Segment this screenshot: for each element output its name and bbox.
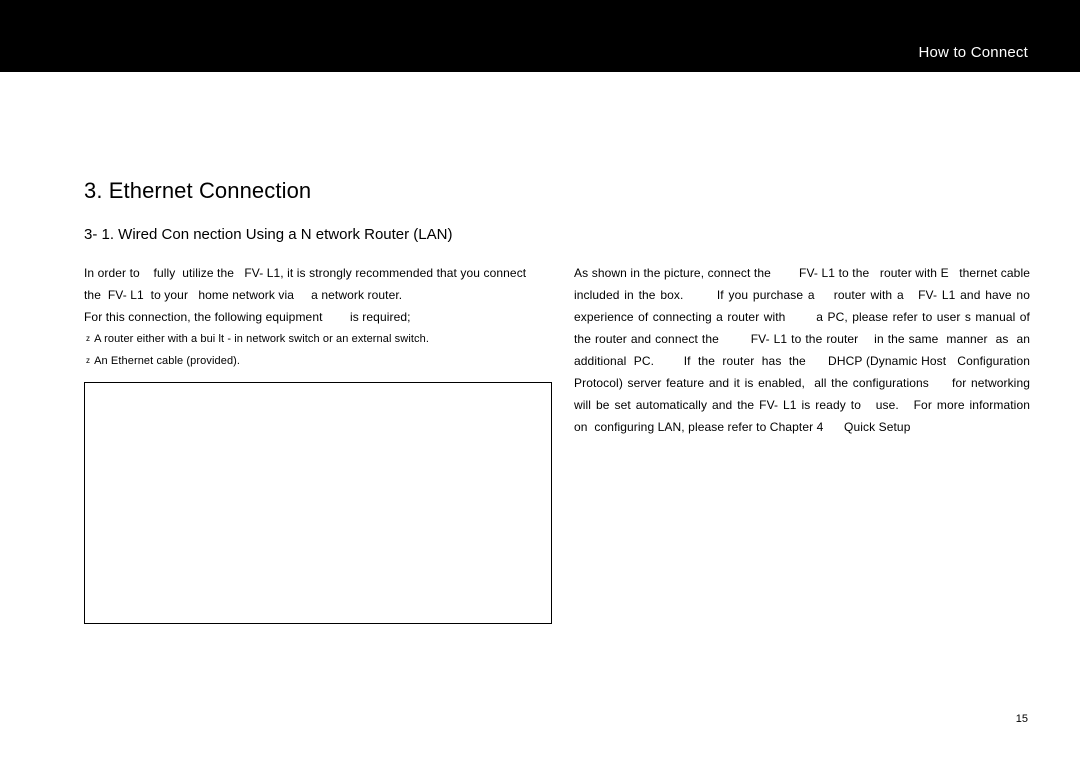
diagram-placeholder xyxy=(84,382,552,624)
bullet-item-1: z A router either with a bui lt - in netw… xyxy=(84,328,536,350)
right-paragraph: As shown in the picture, connect the FV-… xyxy=(574,262,1030,438)
section-title: 3- 1. Wired Con nection Using a N etwork… xyxy=(84,226,452,243)
left-column: In order to fully utilize the FV- L1, it… xyxy=(84,262,536,372)
header-bar: How to Connect xyxy=(0,0,1080,72)
right-column: As shown in the picture, connect the FV-… xyxy=(574,262,1030,438)
bullet-glyph-icon: z xyxy=(86,356,90,365)
page-number: 15 xyxy=(1016,713,1028,725)
bullet-text: An Ethernet cable (provided). xyxy=(94,355,240,367)
left-paragraph: In order to fully utilize the FV- L1, it… xyxy=(84,262,536,328)
bullet-glyph-icon: z xyxy=(86,334,90,343)
chapter-title: 3. Ethernet Connection xyxy=(84,178,311,204)
header-section-title: How to Connect xyxy=(918,44,1028,61)
bullet-item-2: z An Ethernet cable (provided). xyxy=(84,350,536,372)
bullet-text: A router either with a bui lt - in netwo… xyxy=(94,333,429,345)
